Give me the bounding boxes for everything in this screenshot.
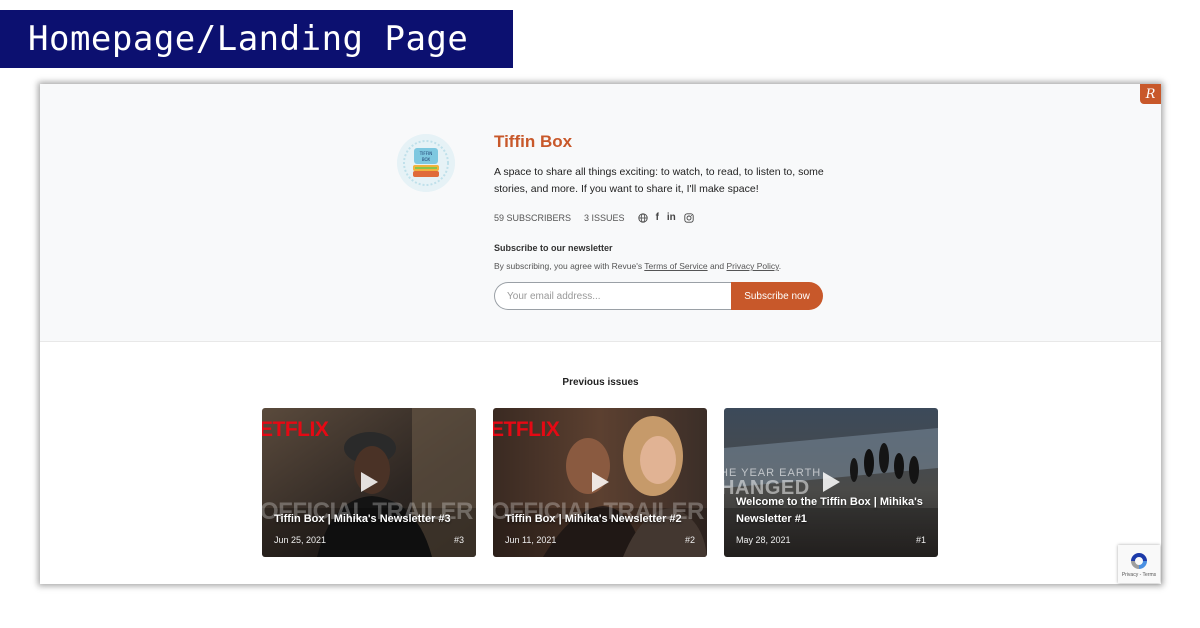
newsletter-description: A space to share all things exciting: to… [494, 166, 824, 195]
subscribe-form: Subscribe now [494, 282, 823, 310]
previous-issues-heading: Previous issues [562, 377, 639, 388]
issue-card-title[interactable]: Tiffin Box | Mihika's Newsletter #3 [274, 511, 466, 528]
terms-of-service-link[interactable]: Terms of Service [644, 261, 707, 271]
issue-card-title[interactable]: Tiffin Box | Mihika's Newsletter #2 [505, 511, 697, 528]
subscriber-count: 59 SUBSCRIBERS [494, 212, 572, 223]
recaptcha-text[interactable]: Privacy - Terms [1122, 572, 1156, 578]
newsletter-header: R TIFFIN BOX Tiffin Box A space to share… [40, 84, 1161, 342]
terms-prefix: By subscribing, you agree with Revue's [494, 261, 645, 271]
issue-count: 3 ISSUES [584, 212, 625, 223]
play-icon [823, 472, 840, 492]
svg-text:BOX: BOX [422, 157, 431, 162]
issue-card-1[interactable]: HE YEAR EARTH HANGED Welcome to the Tiff… [724, 408, 938, 557]
email-input[interactable] [494, 282, 731, 310]
recaptcha-icon [1131, 552, 1147, 569]
subscribe-terms: By subscribing, you agree with Revue's T… [494, 261, 874, 271]
netflix-logo: ETFLIX [262, 418, 329, 441]
linkedin-icon[interactable]: in [667, 212, 676, 223]
subscribe-heading: Subscribe to our newsletter [494, 243, 613, 253]
newsletter-profile: Tiffin Box A space to share all things e… [494, 132, 874, 310]
revue-badge[interactable]: R [1140, 84, 1161, 104]
issue-card-number: #2 [684, 535, 695, 545]
issue-card-number: #3 [453, 535, 464, 545]
issue-card-date: Jun 11, 2021 [505, 535, 557, 545]
privacy-policy-link[interactable]: Privacy Policy [727, 261, 779, 271]
terms-suffix: . [778, 261, 782, 271]
page-label-banner: Homepage/Landing Page [0, 10, 513, 68]
issue-card-title[interactable]: Welcome to the Tiffin Box | Mihika's New… [736, 494, 928, 528]
avatar-text: TIFFIN [419, 151, 432, 156]
issue-card-2[interactable]: ETFLIX OFFICIAL TRAILER Tiffin Box | Mih… [493, 408, 707, 557]
subscribe-button[interactable]: Subscribe now [731, 282, 823, 310]
issue-card-number: #1 [915, 535, 926, 545]
globe-icon[interactable] [637, 212, 648, 223]
instagram-icon[interactable] [684, 212, 694, 223]
newsletter-title: Tiffin Box [494, 132, 573, 151]
issue-card-list: ETFLIX OFFICIAL TRAILER Tiffin Box | Mih… [262, 408, 955, 557]
facebook-icon[interactable]: f [656, 212, 659, 223]
browser-frame: R TIFFIN BOX Tiffin Box A space to share… [40, 84, 1161, 584]
netflix-logo: ETFLIX [493, 418, 560, 441]
recaptcha-badge[interactable]: Privacy - Terms [1118, 545, 1160, 583]
newsletter-stats: 59 SUBSCRIBERS 3 ISSUES f in [494, 212, 874, 223]
play-icon [592, 472, 609, 492]
newsletter-avatar: TIFFIN BOX [397, 134, 455, 192]
issue-card-date: Jun 25, 2021 [274, 535, 327, 545]
issue-card-3[interactable]: ETFLIX OFFICIAL TRAILER Tiffin Box | Mih… [262, 408, 476, 557]
play-icon [361, 472, 378, 492]
page-label-text: Homepage/Landing Page [28, 19, 469, 59]
terms-and: and [707, 261, 727, 271]
issue-card-date: May 28, 2021 [736, 535, 791, 545]
